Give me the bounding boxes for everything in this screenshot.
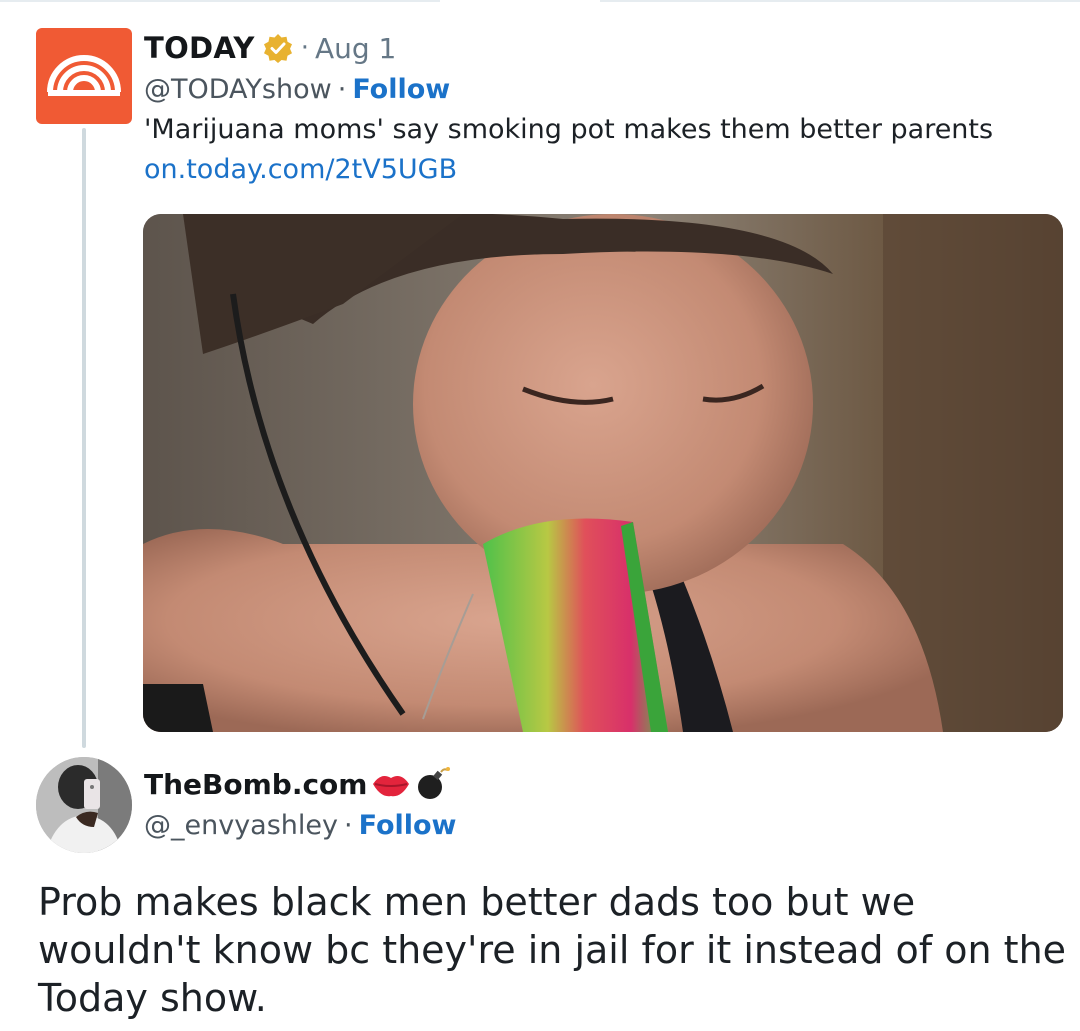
author-display-name[interactable]: TODAY	[144, 31, 255, 65]
reply-tweet-text: Prob makes black men better dads too but…	[38, 880, 1067, 1020]
follow-button[interactable]: Follow	[352, 74, 450, 105]
reply-display-name[interactable]: TheBomb.com	[144, 768, 367, 801]
reply-avatar[interactable]	[36, 757, 132, 853]
handle-separator: ·	[337, 73, 347, 105]
reply-handle-row: @_envyashley · Follow	[144, 806, 457, 844]
bomb-emoji-icon	[418, 767, 451, 799]
tweet-handle-row: @TODAYshow · Follow	[144, 70, 450, 108]
today-avatar[interactable]	[36, 28, 132, 124]
lips-emoji-icon	[373, 776, 410, 797]
tweet-link[interactable]: on.today.com/2tV5UGB	[144, 154, 457, 185]
tweet-author-row: TODAY · Aug 1	[144, 28, 396, 68]
reply-author-row: TheBomb.com	[144, 764, 451, 804]
reply-avatar-image	[36, 757, 132, 853]
tweet-text: 'Marijuana moms' say smoking pot makes t…	[144, 114, 994, 145]
reply-handle-separator: ·	[344, 809, 353, 841]
date-separator: ·	[300, 33, 309, 63]
photo-illustration	[143, 214, 1063, 732]
tweet-date[interactable]: Aug 1	[315, 32, 396, 65]
tweet-photo[interactable]	[143, 214, 1063, 732]
verified-badge-icon	[263, 34, 292, 63]
reply-follow-button[interactable]: Follow	[359, 810, 457, 841]
top-divider	[0, 0, 1080, 3]
thread-connector-line	[82, 128, 86, 748]
author-handle[interactable]: @TODAYshow	[144, 74, 332, 105]
today-logo-icon	[47, 55, 121, 96]
reply-handle[interactable]: @_envyashley	[144, 810, 338, 841]
tweet-body: 'Marijuana moms' say smoking pot makes t…	[144, 110, 1044, 190]
